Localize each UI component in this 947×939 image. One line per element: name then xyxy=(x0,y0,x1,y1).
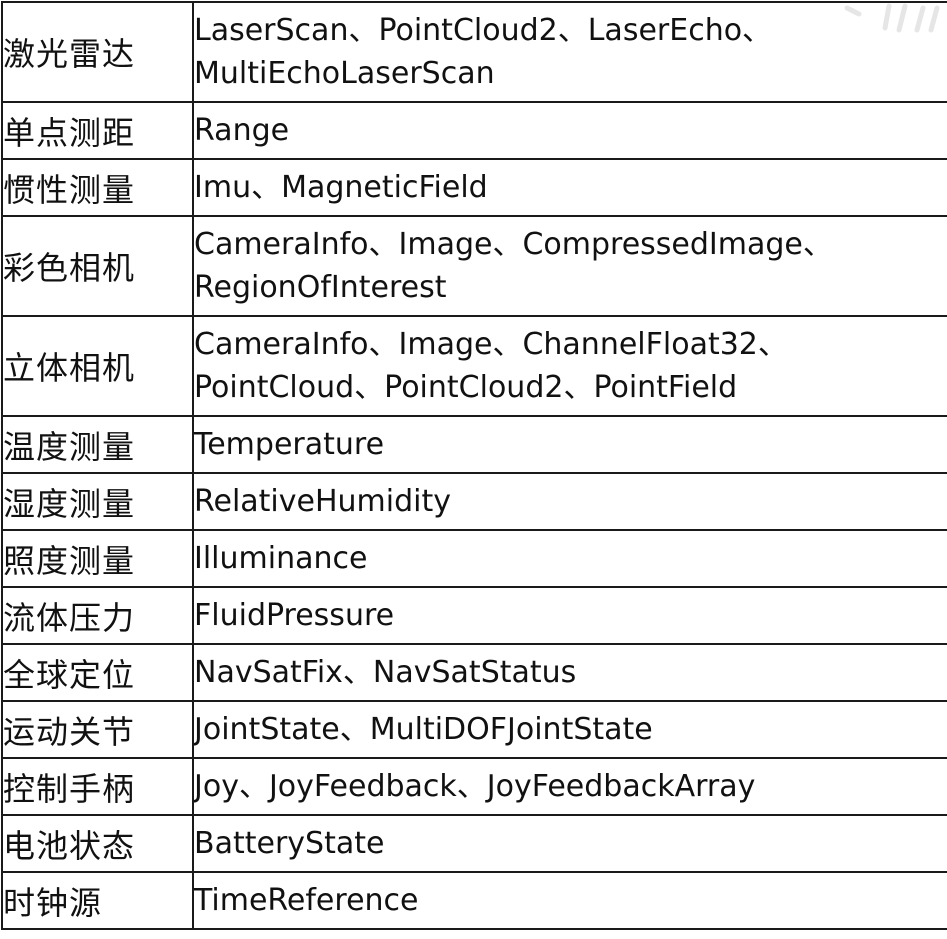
table-row: 控制手柄 Joy、JoyFeedback、JoyFeedbackArray xyxy=(1,757,947,816)
message-types-cell: FluidPressure xyxy=(192,586,947,645)
message-types-cell: Joy、JoyFeedback、JoyFeedbackArray xyxy=(192,757,947,816)
message-types-cell: LaserScan、PointCloud2、LaserEcho、MultiEch… xyxy=(192,1,947,103)
sensor-type-cell: 照度测量 xyxy=(1,529,194,588)
message-types-cell: TimeReference xyxy=(192,871,947,930)
sensor-type-cell: 单点测距 xyxy=(1,101,194,160)
sensor-type-cell: 湿度测量 xyxy=(1,472,194,531)
table-row: 激光雷达 LaserScan、PointCloud2、LaserEcho、Mul… xyxy=(1,1,947,103)
sensor-type-cell: 立体相机 xyxy=(1,315,194,417)
sensor-type-cell: 激光雷达 xyxy=(1,1,194,103)
table-row: 惯性测量 Imu、MagneticField xyxy=(1,158,947,217)
sensor-type-cell: 惯性测量 xyxy=(1,158,194,217)
sensor-type-cell: 彩色相机 xyxy=(1,215,194,317)
sensor-message-table: 激光雷达 LaserScan、PointCloud2、LaserEcho、Mul… xyxy=(1,1,947,930)
sensor-type-cell: 温度测量 xyxy=(1,415,194,474)
table-row: 温度测量 Temperature xyxy=(1,415,947,474)
table-row: 照度测量 Illuminance xyxy=(1,529,947,588)
sensor-type-cell: 控制手柄 xyxy=(1,757,194,816)
sensor-type-cell: 电池状态 xyxy=(1,814,194,873)
sensor-type-cell: 流体压力 xyxy=(1,586,194,645)
table-row: 湿度测量 RelativeHumidity xyxy=(1,472,947,531)
message-types-cell: CameraInfo、Image、CompressedImage、RegionO… xyxy=(192,215,947,317)
table-row: 全球定位 NavSatFix、NavSatStatus xyxy=(1,643,947,702)
message-types-cell: JointState、MultiDOFJointState xyxy=(192,700,947,759)
message-types-cell: Temperature xyxy=(192,415,947,474)
table-row: 电池状态 BatteryState xyxy=(1,814,947,873)
table-row: 时钟源 TimeReference xyxy=(1,871,947,930)
message-types-cell: Illuminance xyxy=(192,529,947,588)
sensor-type-cell: 时钟源 xyxy=(1,871,194,930)
table-row: 流体压力 FluidPressure xyxy=(1,586,947,645)
message-types-cell: NavSatFix、NavSatStatus xyxy=(192,643,947,702)
sensor-type-cell: 运动关节 xyxy=(1,700,194,759)
message-types-cell: BatteryState xyxy=(192,814,947,873)
message-types-cell: CameraInfo、Image、ChannelFloat32、PointClo… xyxy=(192,315,947,417)
table-row: 运动关节 JointState、MultiDOFJointState xyxy=(1,700,947,759)
message-types-cell: Imu、MagneticField xyxy=(192,158,947,217)
table-row: 单点测距 Range xyxy=(1,101,947,160)
table-row: 彩色相机 CameraInfo、Image、CompressedImage、Re… xyxy=(1,215,947,317)
message-types-cell: RelativeHumidity xyxy=(192,472,947,531)
message-types-cell: Range xyxy=(192,101,947,160)
sensor-type-cell: 全球定位 xyxy=(1,643,194,702)
table-row: 立体相机 CameraInfo、Image、ChannelFloat32、Poi… xyxy=(1,315,947,417)
